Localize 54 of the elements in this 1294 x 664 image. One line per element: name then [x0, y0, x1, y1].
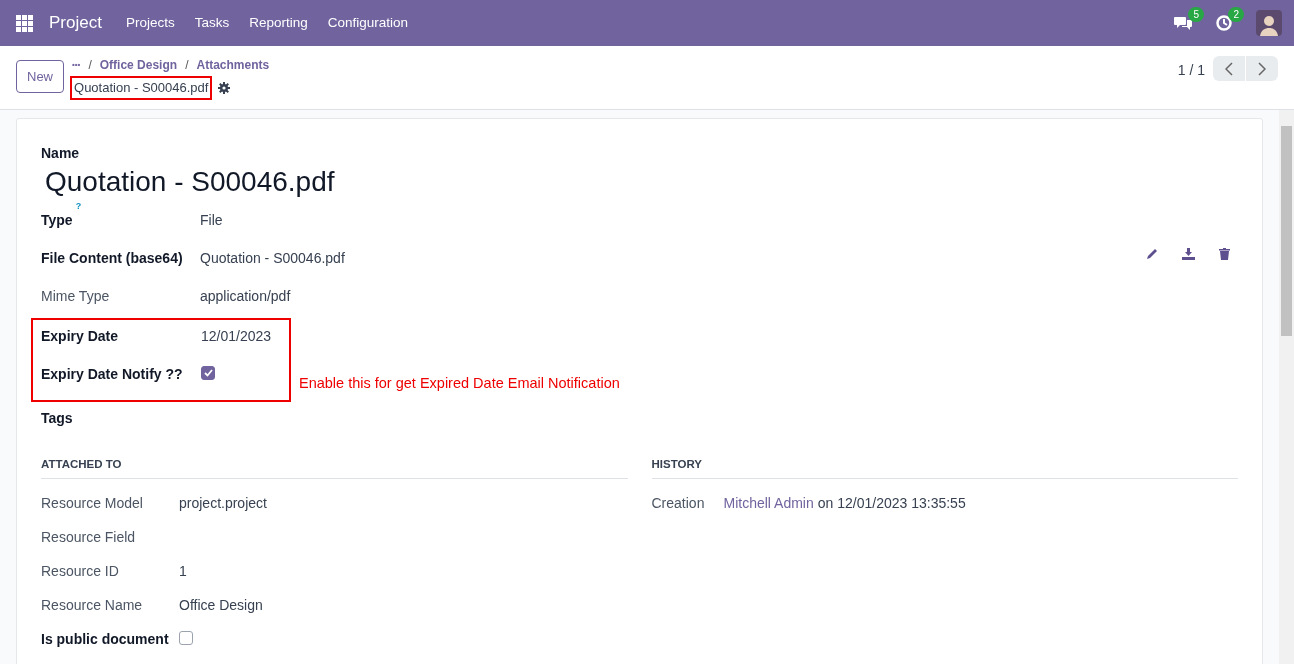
- user-avatar[interactable]: [1256, 10, 1282, 36]
- checkbox[interactable]: [201, 366, 215, 381]
- new-button[interactable]: New: [16, 60, 64, 93]
- menu-item[interactable]: Tasks: [184, 12, 240, 34]
- record-title: Quotation - S00046.pdf: [72, 78, 211, 98]
- pencil-icon[interactable]: [1146, 248, 1158, 261]
- app-name[interactable]: Project: [49, 10, 102, 36]
- field-label: Tags: [41, 410, 73, 427]
- field-label: Resource ID: [41, 562, 119, 579]
- field-label: Is public document: [41, 630, 169, 647]
- download-icon[interactable]: [1182, 248, 1195, 261]
- breadcrumb-link[interactable]: Attachments: [196, 56, 270, 74]
- checkbox[interactable]: [179, 630, 193, 645]
- breadcrumb-link[interactable]: Office Design: [99, 56, 178, 74]
- settings-icon[interactable]: [218, 81, 231, 94]
- messages-icon[interactable]: [1174, 15, 1192, 31]
- field-value: Office Design: [179, 595, 263, 615]
- annotation-note: Enable this for get Expired Date Email Notification: [299, 373, 620, 393]
- chevron-left-icon: [1225, 62, 1233, 77]
- field-label: Name: [41, 144, 81, 163]
- field-value: File: [200, 211, 223, 231]
- field-label: Expiry Date: [41, 328, 119, 345]
- trash-icon[interactable]: [1219, 248, 1230, 261]
- menu-item[interactable]: Configuration: [317, 12, 419, 34]
- field-label: Mime Type: [41, 288, 110, 305]
- apps-menu-icon[interactable]: [16, 14, 33, 32]
- field-label: Resource Name: [41, 596, 143, 613]
- pager-value: 1 / 1: [1177, 61, 1205, 80]
- user-link[interactable]: Mitchell Admin: [723, 494, 814, 511]
- field-label: Type: [41, 212, 73, 229]
- record-name: Quotation - S00046.pdf: [45, 165, 336, 199]
- field-label: File Content (base64): [41, 250, 183, 267]
- activity-clock-icon[interactable]: [1216, 15, 1232, 31]
- section-heading: ATTACHED TO: [41, 456, 628, 479]
- field-label: Expiry Date Notify ??: [41, 366, 183, 383]
- help-tooltip-mark[interactable]: ?: [75, 200, 82, 211]
- field-value: on 12/01/2023 13:35:55: [817, 494, 966, 511]
- breadcrumb-separator: /: [185, 57, 189, 74]
- breadcrumb-more-link[interactable]: •••: [72, 59, 81, 71]
- menu-item[interactable]: Projects: [115, 12, 185, 34]
- field-value: 1: [179, 561, 187, 581]
- field-label: Resource Model: [41, 494, 143, 511]
- field-label: Creation: [651, 494, 705, 511]
- breadcrumb-separator: /: [88, 57, 92, 74]
- field-value: project.project: [179, 493, 267, 513]
- section-heading: HISTORY: [651, 456, 1238, 479]
- chevron-right-icon: [1258, 62, 1266, 77]
- field-label: Resource Field: [41, 528, 136, 545]
- field-value: 12/01/2023: [201, 327, 272, 347]
- field-value: application/pdf: [200, 287, 291, 307]
- activity-count-badge: 2: [1228, 7, 1244, 22]
- menu-item[interactable]: Reporting: [239, 12, 318, 34]
- field-value: Quotation - S00046.pdf: [200, 249, 345, 269]
- message-count-badge: 5: [1188, 7, 1204, 22]
